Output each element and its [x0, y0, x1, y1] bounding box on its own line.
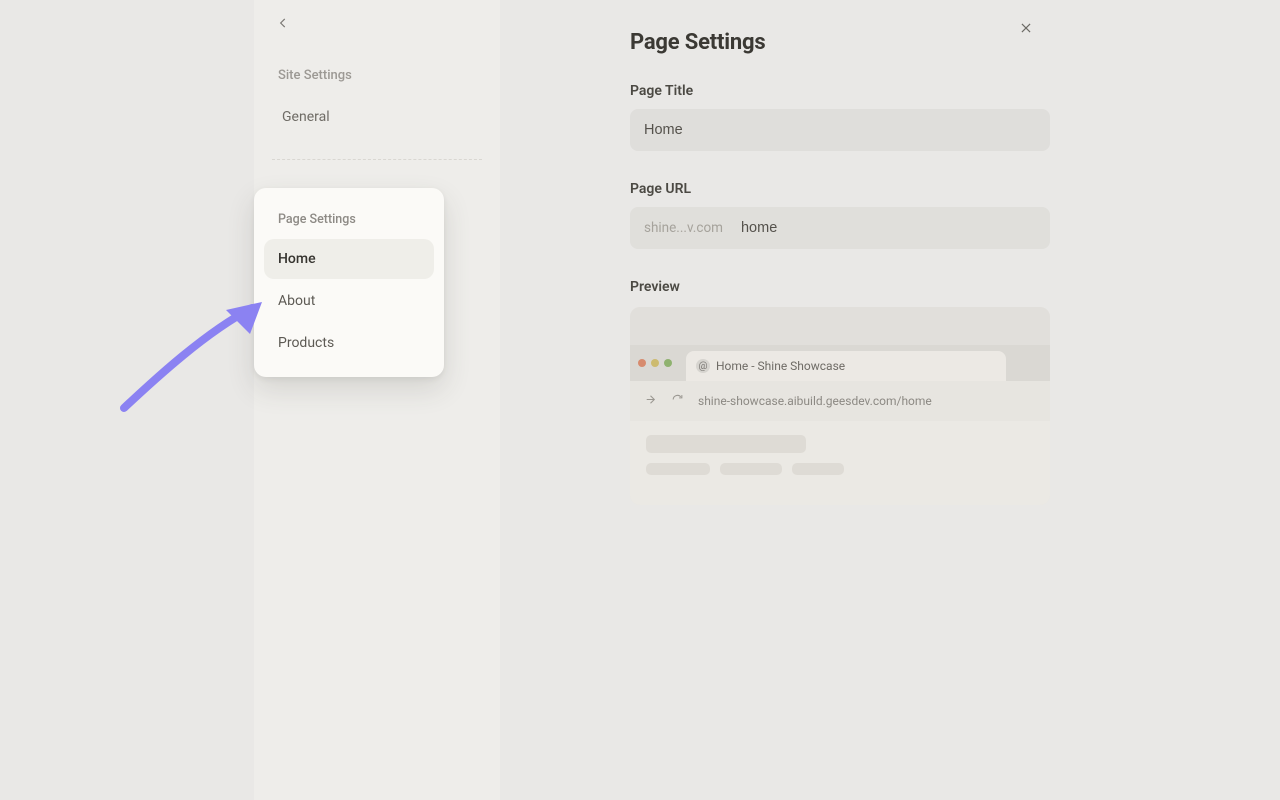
close-button[interactable]: [1016, 18, 1036, 38]
page-url-label: Page URL: [630, 181, 1150, 197]
site-settings-label: Site Settings: [278, 68, 476, 83]
forward-icon: [644, 393, 657, 409]
window-controls: [638, 359, 682, 367]
settings-sidebar: Site Settings General: [254, 0, 500, 800]
page-url-input[interactable]: [737, 207, 1050, 249]
preview-label: Preview: [630, 279, 1150, 295]
site-settings-section: Site Settings: [254, 48, 500, 89]
skeleton-block: [720, 463, 782, 475]
preview-addressbar: shine-showcase.aibuild.geesdev.com/home: [630, 381, 1050, 421]
page-title-group: Page Title: [630, 83, 1150, 151]
skeleton-block: [646, 435, 806, 453]
page-title-input[interactable]: [630, 109, 1050, 151]
window-close-dot: [638, 359, 646, 367]
preview-url-text: shine-showcase.aibuild.geesdev.com/home: [698, 394, 1036, 408]
page-item-about[interactable]: About: [264, 281, 434, 321]
sidebar-header: [254, 0, 500, 48]
annotation-arrow: [116, 300, 266, 416]
page-item-products[interactable]: Products: [264, 323, 434, 363]
window-minimize-dot: [651, 359, 659, 367]
preview-titlebar: [630, 307, 1050, 345]
page-url-row: shine...v.com: [630, 207, 1050, 249]
close-icon: [1019, 21, 1033, 35]
preview-tab-title: Home - Shine Showcase: [716, 359, 845, 373]
sidebar-divider: [272, 159, 482, 160]
page-heading: Page Settings: [630, 30, 1150, 55]
preview-new-tab: [1006, 351, 1042, 381]
page-settings-card: Page Settings Home About Products: [254, 188, 444, 377]
chevron-left-icon: [276, 16, 290, 30]
reload-icon: [671, 393, 684, 409]
window-zoom-dot: [664, 359, 672, 367]
skeleton-block: [646, 463, 710, 475]
page-item-home[interactable]: Home: [264, 239, 434, 279]
page-settings-label: Page Settings: [264, 206, 434, 239]
sidebar-item-general[interactable]: General: [268, 97, 486, 137]
main-panel: Page Settings Page Title Page URL shine.…: [500, 0, 1280, 800]
page-url-prefix: shine...v.com: [630, 207, 737, 249]
page-url-group: Page URL shine...v.com: [630, 181, 1150, 249]
preview-frame: @ Home - Shine Showcase shine-showcase.a…: [630, 307, 1050, 505]
preview-tab: @ Home - Shine Showcase: [686, 351, 1006, 381]
page-title-label: Page Title: [630, 83, 1150, 99]
preview-tabbar: @ Home - Shine Showcase: [630, 345, 1050, 381]
back-button[interactable]: [276, 15, 290, 34]
skeleton-block: [792, 463, 844, 475]
preview-body: [630, 421, 1050, 505]
at-icon: @: [696, 359, 710, 373]
